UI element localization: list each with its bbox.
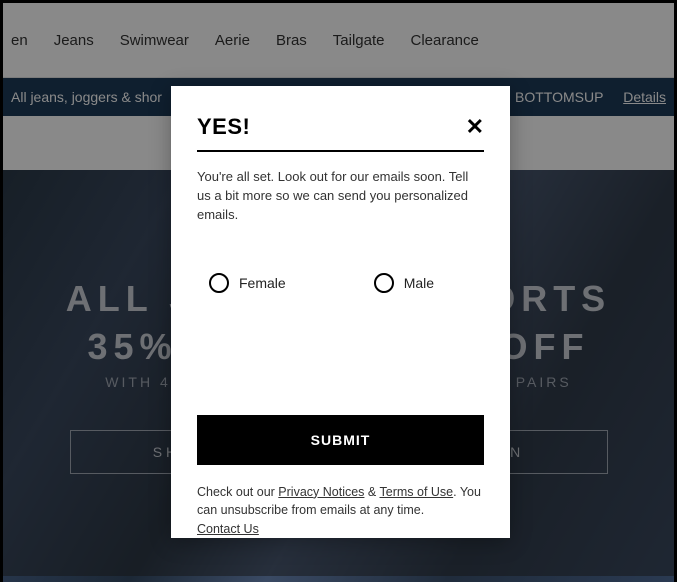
close-icon[interactable]: ✕: [466, 116, 484, 138]
signup-modal: YES! ✕ You're all set. Look out for our …: [171, 86, 510, 538]
terms-link[interactable]: Terms of Use: [380, 485, 454, 499]
submit-button[interactable]: SUBMIT: [197, 415, 484, 465]
modal-title: YES!: [197, 114, 250, 140]
radio-label: Female: [239, 275, 286, 291]
contact-link[interactable]: Contact Us: [197, 522, 259, 536]
radio-female[interactable]: Female: [209, 273, 286, 293]
radio-circle-icon: [374, 273, 394, 293]
privacy-link[interactable]: Privacy Notices: [278, 485, 364, 499]
radio-label: Male: [404, 275, 434, 291]
modal-footer: Check out our Privacy Notices & Terms of…: [197, 483, 484, 539]
radio-male[interactable]: Male: [374, 273, 434, 293]
radio-circle-icon: [209, 273, 229, 293]
modal-body-text: You're all set. Look out for our emails …: [197, 152, 484, 225]
